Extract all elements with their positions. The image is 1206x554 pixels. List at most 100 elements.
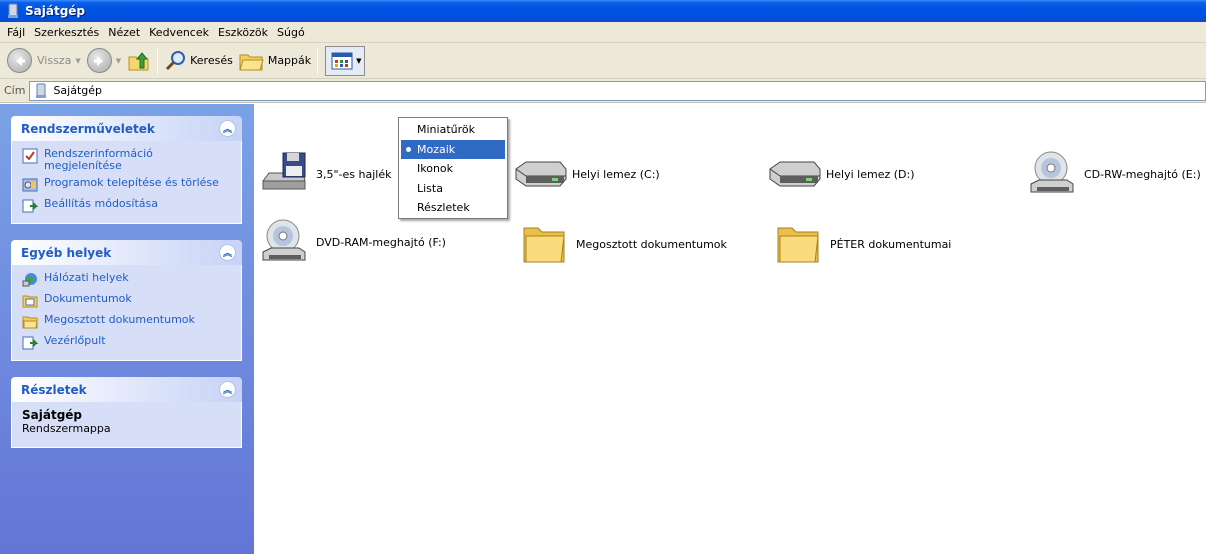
add-remove-programs-icon: [22, 178, 38, 192]
system-info-icon: [22, 148, 38, 164]
cd-drive-icon: [1030, 151, 1074, 193]
my-computer-icon: [8, 3, 18, 18]
place-documents-label: Dokumentumok: [44, 292, 132, 305]
forward-button[interactable]: ▼: [84, 46, 124, 76]
search-label: Keresés: [190, 54, 233, 67]
place-control-panel-label: Vezérlőpult: [44, 334, 106, 347]
view-option-list-label: Lista: [417, 181, 443, 195]
control-panel-icon: [22, 336, 38, 350]
item-local-disk-d[interactable]: Helyi lemez (D:): [766, 150, 915, 198]
toolbar-separator: [317, 47, 319, 74]
collapse-icon[interactable]: ︽: [219, 120, 236, 137]
folders-label: Mappák: [267, 54, 312, 67]
item-local-disk-d-label: Helyi lemez (D:): [826, 167, 915, 181]
views-button[interactable]: ▼: [325, 45, 366, 76]
back-dropdown-icon[interactable]: ▼: [75, 57, 80, 65]
control-panel-icon: [22, 199, 38, 213]
up-folder-icon: [128, 51, 149, 70]
details-header[interactable]: Részletek ︽: [11, 377, 242, 402]
folders-icon: [239, 54, 264, 70]
task-pane: Rendszerműveletek ︽ Rendszerinformáció m…: [0, 104, 254, 554]
details-title: Részletek: [21, 382, 87, 397]
view-option-thumbnails[interactable]: Miniatűrök: [401, 120, 505, 140]
place-control-panel[interactable]: Vezérlőpult: [22, 335, 233, 351]
item-peter-documents-label: PÉTER dokumentumai: [830, 237, 952, 251]
back-label: Vissza: [37, 54, 72, 67]
place-network-places-label: Hálózati helyek: [44, 271, 129, 284]
hard-disk-icon: [515, 161, 567, 187]
view-option-list[interactable]: Lista: [401, 179, 505, 199]
forward-arrow-icon: [86, 48, 112, 73]
collapse-icon[interactable]: ︽: [219, 244, 236, 261]
system-tasks-body: Rendszerinformáció megjelenítése Program…: [11, 141, 242, 224]
item-cd-rw-drive[interactable]: CD-RW-meghajtó (E:): [1024, 150, 1201, 198]
place-documents[interactable]: Dokumentumok: [22, 293, 233, 309]
menu-view[interactable]: Nézet: [105, 26, 146, 39]
details-name: Sajátgép: [22, 408, 83, 422]
system-tasks-header[interactable]: Rendszerműveletek ︽: [11, 116, 242, 141]
other-places-title: Egyéb helyek: [21, 245, 112, 260]
item-local-disk-c-label: Helyi lemez (C:): [572, 167, 660, 181]
documents-icon: [22, 295, 38, 308]
window-title: Sajátgép: [25, 4, 86, 18]
view-option-icons-label: Ikonok: [417, 162, 454, 176]
place-shared-documents-label: Megosztott dokumentumok: [44, 313, 195, 326]
title-bar[interactable]: Sajátgép: [0, 0, 1206, 22]
up-folder-button[interactable]: [124, 46, 154, 76]
hard-disk-icon: [769, 161, 821, 187]
item-dvd-ram-drive-label: DVD-RAM-meghajtó (F:): [316, 235, 446, 249]
menu-tools[interactable]: Eszközök: [215, 26, 274, 39]
menu-file[interactable]: Fájl: [4, 26, 31, 39]
task-system-info-label: Rendszerinformáció megjelenítése: [44, 147, 153, 172]
shared-folder-icon: [22, 316, 38, 329]
view-option-icons[interactable]: Ikonok: [401, 159, 505, 179]
task-change-setting[interactable]: Beállítás módosítása: [22, 198, 233, 214]
menu-favorites[interactable]: Kedvencek: [146, 26, 215, 39]
other-places-body: Hálózati helyek Dokumentumok Megosztott …: [11, 265, 242, 361]
task-system-info[interactable]: Rendszerinformáció megjelenítése: [22, 148, 233, 172]
task-add-remove-programs-label: Programok telepítése és törlése: [44, 176, 219, 189]
forward-dropdown-icon[interactable]: ▼: [116, 57, 121, 65]
address-bar: Cím Sajátgép: [0, 79, 1206, 103]
folders-button[interactable]: Mappák: [236, 46, 314, 76]
cd-drive-icon: [262, 219, 306, 261]
item-cd-rw-drive-label: CD-RW-meghajtó (E:): [1084, 167, 1201, 181]
system-tasks-title: Rendszerműveletek: [21, 121, 155, 136]
task-change-setting-label: Beállítás módosítása: [44, 197, 158, 210]
selected-bullet-icon: [406, 146, 411, 152]
menu-help[interactable]: Súgó: [274, 26, 311, 39]
views-menu: Miniatűrök Mozaik Ikonok Lista Részletek: [398, 117, 508, 219]
address-field[interactable]: Sajátgép: [29, 80, 1206, 101]
place-network-places[interactable]: Hálózati helyek: [22, 272, 233, 288]
network-places-icon: [22, 273, 37, 287]
back-arrow-icon: [7, 48, 32, 73]
item-floppy-drive-label: 3,5"-es hajlék: [316, 167, 392, 181]
item-floppy-drive[interactable]: 3,5"-es hajlék: [256, 150, 391, 198]
menu-bar: Fájl Szerkesztés Nézet Kedvencek Eszközö…: [0, 22, 1206, 43]
task-add-remove-programs[interactable]: Programok telepítése és törlése: [22, 177, 233, 193]
place-shared-documents[interactable]: Megosztott dokumentumok: [22, 314, 233, 330]
item-local-disk-c[interactable]: Helyi lemez (C:): [512, 150, 660, 198]
other-places-header[interactable]: Egyéb helyek ︽: [11, 240, 242, 265]
view-option-thumbnails-label: Miniatűrök: [417, 123, 475, 137]
toolbar-separator: [157, 47, 159, 74]
search-button[interactable]: Keresés: [161, 46, 236, 76]
menu-edit[interactable]: Szerkesztés: [31, 26, 105, 39]
details-panel: Részletek ︽ Sajátgép Rendszermappa: [11, 377, 242, 448]
item-dvd-ram-drive[interactable]: DVD-RAM-meghajtó (F:): [256, 218, 446, 266]
views-dropdown-icon: ▼: [356, 56, 362, 65]
item-peter-documents[interactable]: PÉTER dokumentumai: [770, 220, 951, 268]
folder-icon: [523, 227, 565, 263]
other-places-panel: Egyéb helyek ︽ Hálózati helyek Dokumentu…: [11, 240, 242, 361]
address-value: Sajátgép: [53, 84, 103, 97]
item-shared-documents[interactable]: Megosztott dokumentumok: [516, 220, 727, 268]
details-type: Rendszermappa: [22, 422, 111, 435]
back-button[interactable]: Vissza ▼: [4, 46, 84, 76]
view-option-details[interactable]: Részletek: [401, 198, 505, 218]
collapse-icon[interactable]: ︽: [219, 381, 236, 398]
views-icon: [331, 52, 353, 69]
toolbar: Vissza ▼ ▼ Keresés Mappák ▼: [0, 43, 1206, 79]
view-option-tiles[interactable]: Mozaik: [401, 139, 505, 159]
address-label: Cím: [4, 84, 26, 97]
details-body: Sajátgép Rendszermappa: [11, 402, 242, 448]
